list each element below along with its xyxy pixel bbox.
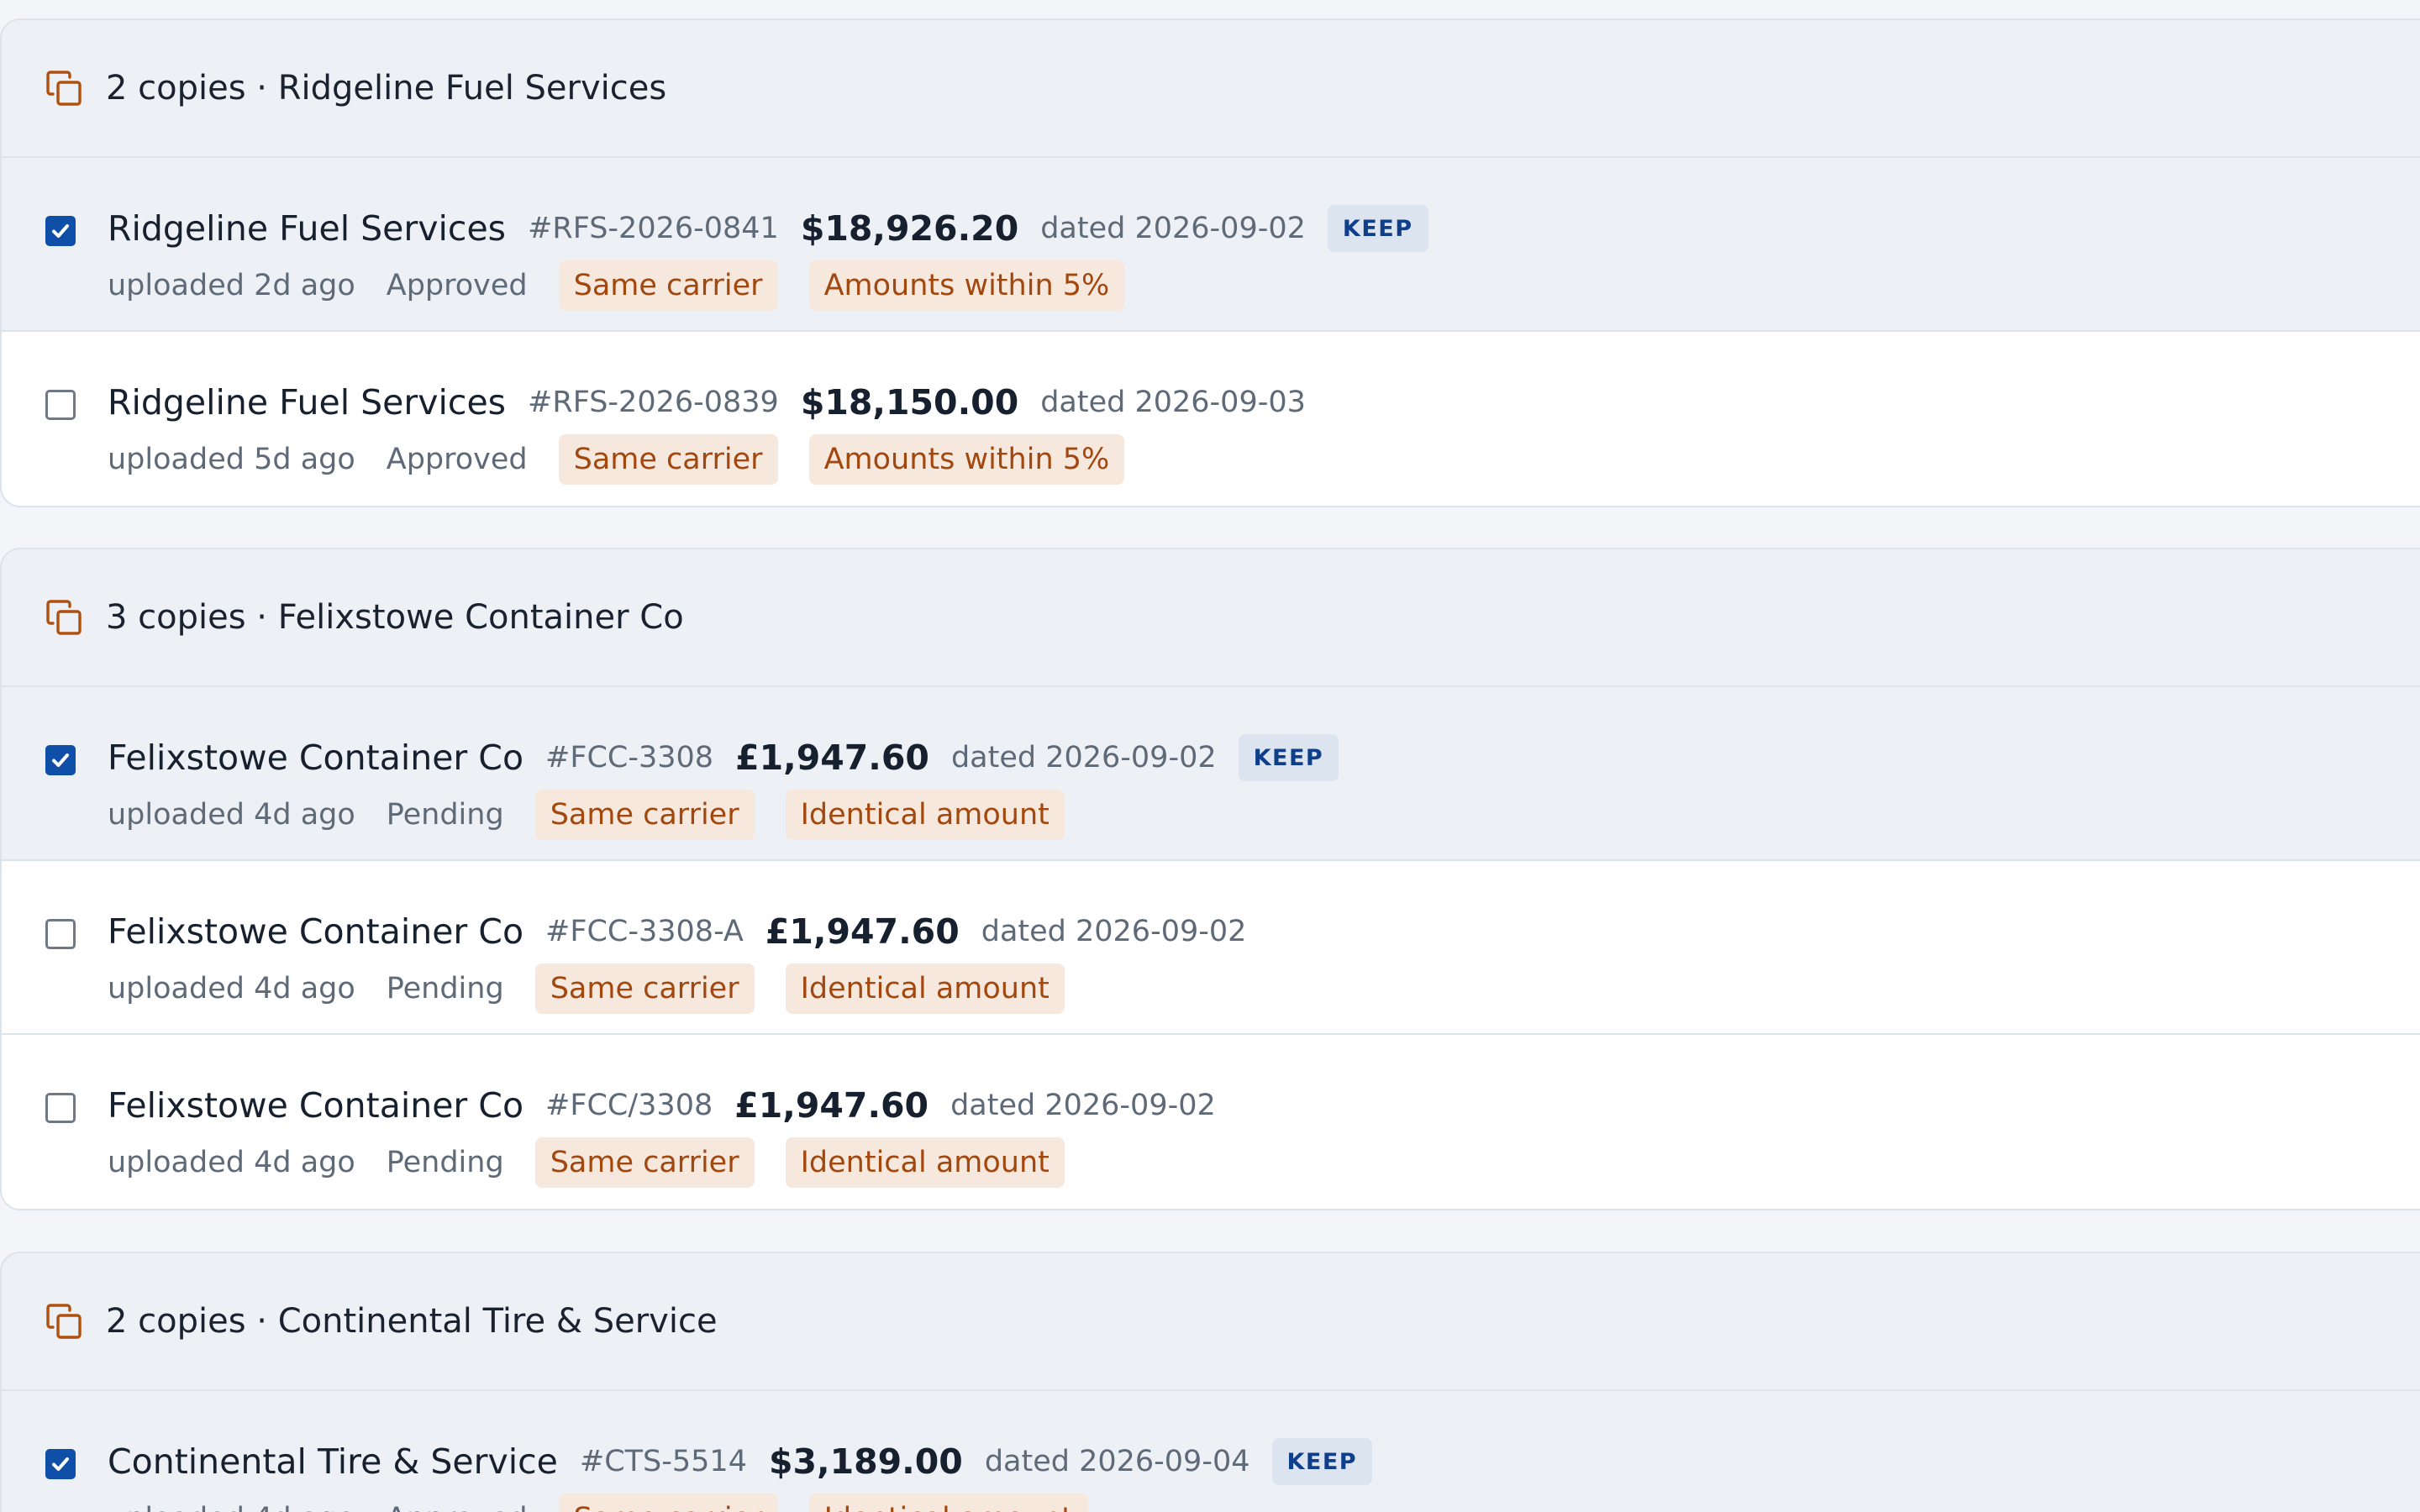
group-title: 3 copies · Felixstowe Container Co bbox=[106, 598, 684, 637]
group-title: 2 copies · Ridgeline Fuel Services bbox=[106, 69, 667, 108]
match-reason-tag: Same carrier bbox=[558, 434, 778, 485]
invoice-date: dated 2026-09-03 bbox=[1040, 386, 1306, 419]
invoice-summary: Felixstowe Container Co #FCC/3308 £1,947.6… bbox=[108, 1079, 1238, 1132]
status-label: Pending bbox=[386, 972, 504, 1005]
invoice-summary: Ridgeline Fuel Services #RFS-2026-0839 $18… bbox=[108, 375, 1328, 429]
invoice-summary: Continental Tire & Service #CTS-5514 $3,18… bbox=[108, 1435, 1373, 1488]
invoice-number: #FCC-3308 bbox=[545, 741, 714, 774]
invoice-row[interactable]: Felixstowe Container Co #FCC-3308-A £1,947… bbox=[2, 861, 2420, 1035]
carrier-name: Felixstowe Container Co bbox=[108, 911, 524, 952]
invoice-meta: uploaded 4d ago Pending Same carrier Identi… bbox=[108, 1137, 1096, 1189]
match-reason-tag: Same carrier bbox=[534, 963, 755, 1014]
duplicate-group: 2 copies · Ridgeline Fuel Services Ridgel… bbox=[0, 18, 2420, 507]
invoice-amount: £1,947.60 bbox=[734, 1085, 929, 1126]
invoice-number: #RFS-2026-0839 bbox=[528, 386, 779, 419]
invoice-meta: uploaded 4d ago Pending Same carrier Identi… bbox=[108, 963, 1096, 1015]
invoice-amount: $18,926.20 bbox=[800, 208, 1019, 249]
group-header[interactable]: 2 copies · Ridgeline Fuel Services bbox=[2, 20, 2420, 158]
copy-icon bbox=[44, 597, 84, 638]
invoice-row[interactable]: Felixstowe Container Co #FCC-3308 £1,947.6… bbox=[2, 687, 2420, 861]
invoice-amount: $3,189.00 bbox=[768, 1441, 963, 1482]
uploaded-time: uploaded 4d ago bbox=[108, 1146, 355, 1179]
invoice-summary: Felixstowe Container Co #FCC-3308 £1,947.6… bbox=[108, 731, 1339, 785]
invoice-meta: uploaded 5d ago Approved Same carrier Amoun… bbox=[108, 433, 1155, 486]
invoice-date: dated 2026-09-02 bbox=[1040, 212, 1306, 245]
status-label: Approved bbox=[386, 269, 528, 302]
match-reason-tag: Same carrier bbox=[558, 260, 778, 311]
carrier-name: Ridgeline Fuel Services bbox=[108, 382, 507, 423]
match-reason-tag: Amounts within 5% bbox=[808, 260, 1125, 311]
copy-icon bbox=[44, 1301, 84, 1341]
invoice-row[interactable]: Ridgeline Fuel Services #RFS-2026-0839 $18… bbox=[2, 332, 2420, 506]
keep-badge: KEEP bbox=[1271, 1438, 1373, 1485]
keep-checkbox[interactable] bbox=[45, 745, 76, 775]
duplicate-groups-list: 2 copies · Ridgeline Fuel Services Ridgel… bbox=[0, 0, 2420, 1512]
invoice-number: #FCC/3308 bbox=[545, 1089, 713, 1122]
invoice-number: #FCC-3308-A bbox=[545, 915, 744, 948]
invoice-row[interactable]: Continental Tire & Service #CTS-5514 $3,18… bbox=[2, 1391, 2420, 1512]
match-reason-tag: Same carrier bbox=[558, 1494, 778, 1512]
keep-badge: KEEP bbox=[1327, 205, 1428, 252]
keep-checkbox[interactable] bbox=[45, 919, 76, 949]
carrier-name: Felixstowe Container Co bbox=[108, 738, 524, 778]
keep-checkbox[interactable] bbox=[45, 216, 76, 246]
invoice-date: dated 2026-09-02 bbox=[950, 741, 1217, 774]
group-title: 2 copies · Continental Tire & Service bbox=[106, 1302, 718, 1341]
invoice-row[interactable]: Ridgeline Fuel Services #RFS-2026-0841 $18… bbox=[2, 158, 2420, 332]
status-label: Pending bbox=[386, 798, 504, 832]
invoice-date: dated 2026-09-02 bbox=[950, 1089, 1216, 1122]
invoice-number: #RFS-2026-0841 bbox=[528, 212, 779, 245]
match-reason-tag: Amounts within 5% bbox=[808, 434, 1125, 485]
match-reason-tag: Identical amount bbox=[785, 790, 1065, 840]
copy-icon bbox=[44, 68, 84, 108]
group-header[interactable]: 2 copies · Continental Tire & Service bbox=[2, 1253, 2420, 1391]
duplicate-group: 2 copies · Continental Tire & Service Con… bbox=[0, 1252, 2420, 1512]
invoice-date: dated 2026-09-04 bbox=[984, 1445, 1250, 1478]
keep-checkbox[interactable] bbox=[45, 390, 76, 420]
invoice-summary: Ridgeline Fuel Services #RFS-2026-0841 $18… bbox=[108, 202, 1428, 255]
invoice-row[interactable]: Felixstowe Container Co #FCC/3308 £1,947.6… bbox=[2, 1035, 2420, 1209]
status-label: Pending bbox=[386, 1146, 504, 1179]
match-reason-tag: Same carrier bbox=[534, 1137, 755, 1188]
group-header[interactable]: 3 copies · Felixstowe Container Co bbox=[2, 549, 2420, 687]
duplicate-group: 3 copies · Felixstowe Container Co Felixs… bbox=[0, 548, 2420, 1210]
match-reason-tag: Identical amount bbox=[785, 963, 1065, 1014]
status-label: Approved bbox=[386, 443, 528, 476]
match-reason-tag: Same carrier bbox=[534, 790, 755, 840]
uploaded-time: uploaded 5d ago bbox=[108, 443, 355, 476]
uploaded-time: uploaded 4d ago bbox=[108, 798, 355, 832]
match-reason-tag: Identical amount bbox=[785, 1137, 1065, 1188]
uploaded-time: uploaded 2d ago bbox=[108, 269, 355, 302]
carrier-name: Continental Tire & Service bbox=[108, 1441, 558, 1482]
invoice-date: dated 2026-09-02 bbox=[981, 915, 1247, 948]
invoice-amount: £1,947.60 bbox=[765, 911, 960, 952]
invoice-number: #CTS-5514 bbox=[579, 1445, 747, 1478]
invoice-meta: uploaded 4d ago Approved Same carrier Ident… bbox=[108, 1493, 1119, 1512]
match-reason-tag: Identical amount bbox=[808, 1494, 1088, 1512]
keep-checkbox[interactable] bbox=[45, 1449, 76, 1479]
keep-badge: KEEP bbox=[1238, 734, 1339, 781]
invoice-amount: £1,947.60 bbox=[735, 738, 929, 778]
invoice-meta: uploaded 2d ago Approved Same carrier Amoun… bbox=[108, 260, 1155, 312]
status-label: Approved bbox=[387, 1502, 528, 1512]
keep-checkbox[interactable] bbox=[45, 1093, 76, 1123]
invoice-amount: $18,150.00 bbox=[800, 382, 1019, 423]
invoice-meta: uploaded 4d ago Pending Same carrier Identi… bbox=[108, 789, 1096, 841]
carrier-name: Ridgeline Fuel Services bbox=[108, 208, 507, 249]
uploaded-time: uploaded 4d ago bbox=[108, 1502, 355, 1512]
carrier-name: Felixstowe Container Co bbox=[108, 1085, 524, 1126]
invoice-summary: Felixstowe Container Co #FCC-3308-A £1,947… bbox=[108, 905, 1268, 958]
uploaded-time: uploaded 4d ago bbox=[108, 972, 355, 1005]
